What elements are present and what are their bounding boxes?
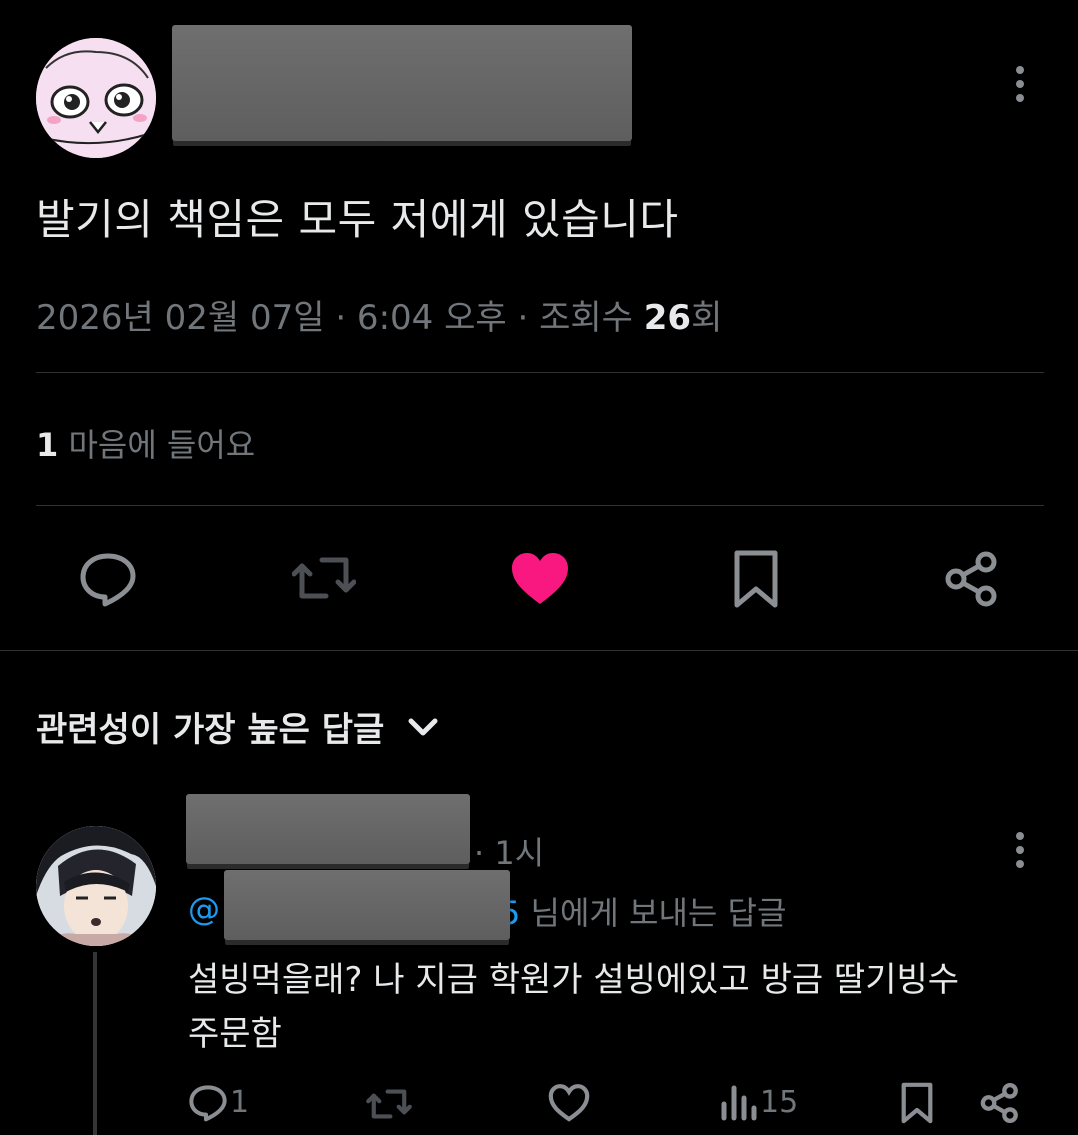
reply-to-label: 님에게 보내는 답글	[530, 894, 787, 932]
post-text: 발기의 책임은 모두 저에게 있습니다	[36, 195, 679, 244]
views-icon	[721, 1085, 757, 1121]
thread-line	[93, 952, 97, 1135]
reply-button[interactable]	[78, 548, 138, 608]
reply-reply-button[interactable]: 1	[188, 1082, 249, 1122]
reply-avatar-illustration	[36, 826, 156, 946]
post-meta: 2026년 02월 07일 · 6:04 오후 · 조회수 26회	[36, 290, 722, 339]
repost-button[interactable]	[292, 552, 356, 604]
redacted-author-name	[172, 25, 632, 141]
like-icon	[512, 553, 568, 604]
divider	[36, 505, 1044, 506]
reply-author-avatar[interactable]	[36, 826, 156, 946]
mention-at[interactable]: @	[188, 890, 220, 928]
replies-sort-label: 관련성이 가장 높은 답글	[36, 710, 385, 750]
share-button[interactable]	[944, 550, 1000, 608]
reply-icon	[189, 1085, 227, 1122]
like-button[interactable]	[510, 552, 570, 606]
more-icon[interactable]	[1015, 66, 1025, 108]
reply-like-button[interactable]	[548, 1084, 590, 1122]
reply-views-button[interactable]: 15	[720, 1082, 798, 1122]
reply-bookmark-button[interactable]	[900, 1082, 934, 1124]
mention-tail: 5 님에게 보내는 답글	[500, 894, 787, 932]
section-divider	[0, 650, 1078, 651]
redacted-mention	[224, 870, 510, 940]
view-suffix: 회	[691, 298, 723, 338]
bookmark-icon	[734, 550, 778, 608]
redacted-reply-author	[186, 794, 470, 864]
view-count: 26	[643, 298, 692, 338]
reply-time: · 1시	[474, 834, 545, 872]
chevron-down-icon	[408, 718, 438, 735]
author-avatar[interactable]	[36, 38, 156, 158]
share-icon	[980, 1083, 1018, 1123]
repost-icon	[366, 1089, 412, 1119]
likes-summary[interactable]: 1 마음에 들어요	[36, 420, 255, 466]
reply-text-line2: 주문함	[188, 1014, 282, 1054]
repost-icon	[292, 557, 356, 599]
bookmark-icon	[901, 1082, 933, 1124]
reply-icon	[80, 553, 136, 607]
reply-text-line1: 설빙먹을래? 나 지금 학원가 설빙에있고 방금 딸기빙수	[188, 960, 960, 1000]
reply-repost-button[interactable]	[366, 1086, 412, 1122]
post-date-time: 2026년 02월 07일 · 6:04 오후 · 조회수	[36, 298, 644, 338]
avatar-illustration	[36, 38, 156, 158]
views-count: 15	[760, 1084, 799, 1120]
like-icon	[548, 1084, 590, 1122]
likes-count: 1	[36, 426, 59, 464]
reply-share-button[interactable]	[980, 1082, 1020, 1124]
bookmark-button[interactable]	[733, 549, 779, 609]
reply-more-icon[interactable]	[1015, 832, 1025, 874]
reply-count: 1	[230, 1084, 250, 1120]
replies-sort-toggle[interactable]: 관련성이 가장 높은 답글	[36, 702, 440, 751]
divider	[36, 372, 1044, 373]
likes-label: 마음에 들어요	[68, 426, 256, 464]
share-icon	[945, 551, 997, 607]
